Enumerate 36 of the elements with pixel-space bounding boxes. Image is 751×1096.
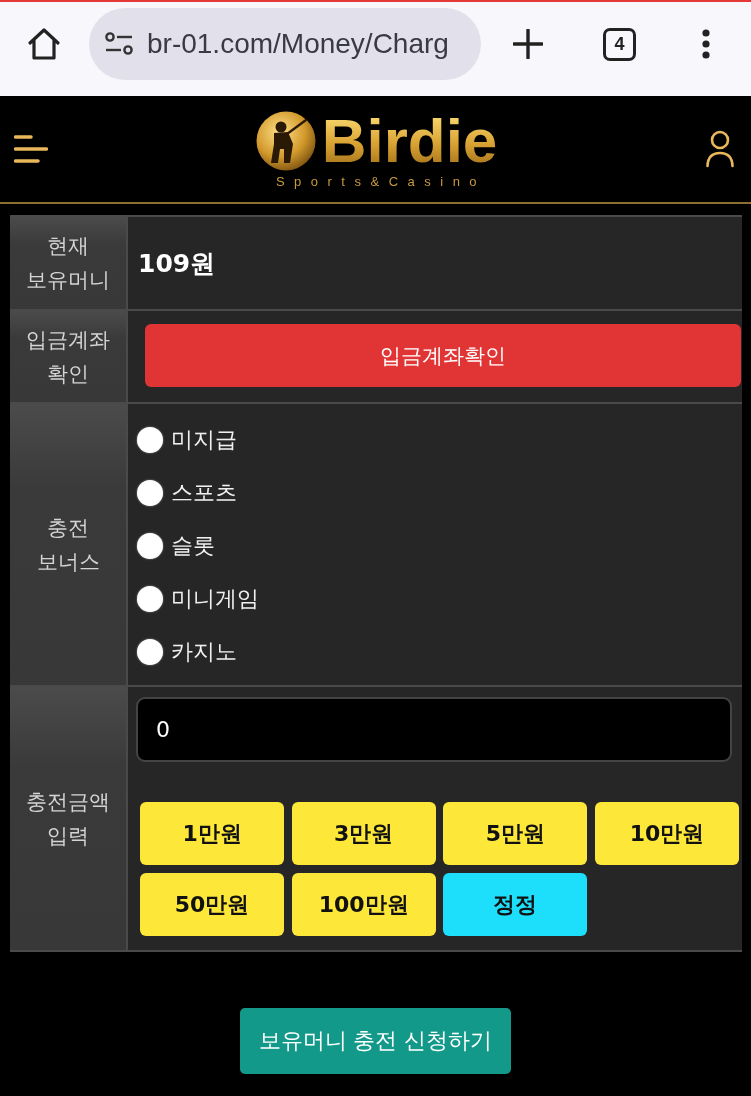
user-icon[interactable] (705, 130, 735, 168)
reset-button[interactable]: 정정 (443, 873, 588, 936)
url-text[interactable]: br-01.com/Money/Charg (147, 28, 449, 60)
site-settings-icon[interactable] (105, 32, 133, 56)
balance-amount: 109원 (138, 247, 216, 280)
account-check-button[interactable]: 입금계좌확인 (145, 324, 741, 387)
radio-button[interactable] (137, 479, 163, 506)
address-bar[interactable]: br-01.com/Money/Charg (89, 8, 481, 80)
option-label[interactable]: 카지노 (171, 636, 237, 667)
option-label[interactable]: 미지급 (171, 424, 237, 455)
submit-button[interactable]: 보유머니 충전 신청하기 (240, 1008, 511, 1074)
plus-icon[interactable] (513, 29, 543, 59)
amount-preset-button[interactable]: 100만원 (291, 873, 436, 936)
option-label[interactable]: 스포츠 (171, 477, 237, 508)
radio-button[interactable] (137, 426, 163, 453)
amount-preset-button[interactable]: 3만원 (291, 802, 436, 865)
more-icon[interactable] (702, 29, 710, 59)
tab-switcher-button[interactable]: 4 (603, 27, 636, 61)
home-icon[interactable] (27, 27, 61, 61)
option-label[interactable]: 미니게임 (171, 583, 259, 614)
menu-icon[interactable] (14, 134, 48, 164)
field-label: 충전금액 입력 (10, 687, 128, 950)
amount-preset-button[interactable]: 5만원 (443, 802, 588, 865)
radio-button[interactable] (137, 638, 163, 665)
logo-subtitle: Sports&Casino (274, 173, 487, 189)
amount-preset-button[interactable]: 1만원 (140, 802, 285, 865)
field-label: 충전 보너스 (10, 404, 128, 685)
amount-preset-button[interactable]: 10만원 (594, 802, 739, 865)
radio-button[interactable] (137, 532, 163, 559)
field-label: 현재 보유머니 (10, 217, 128, 309)
field-label: 입금계좌 확인 (10, 311, 128, 402)
amount-preset-button[interactable]: 50만원 (140, 873, 285, 936)
logo-emblem-icon (255, 110, 316, 171)
radio-button[interactable] (137, 585, 163, 612)
amount-input[interactable]: 0 (136, 697, 732, 762)
option-label[interactable]: 슬롯 (171, 530, 215, 561)
